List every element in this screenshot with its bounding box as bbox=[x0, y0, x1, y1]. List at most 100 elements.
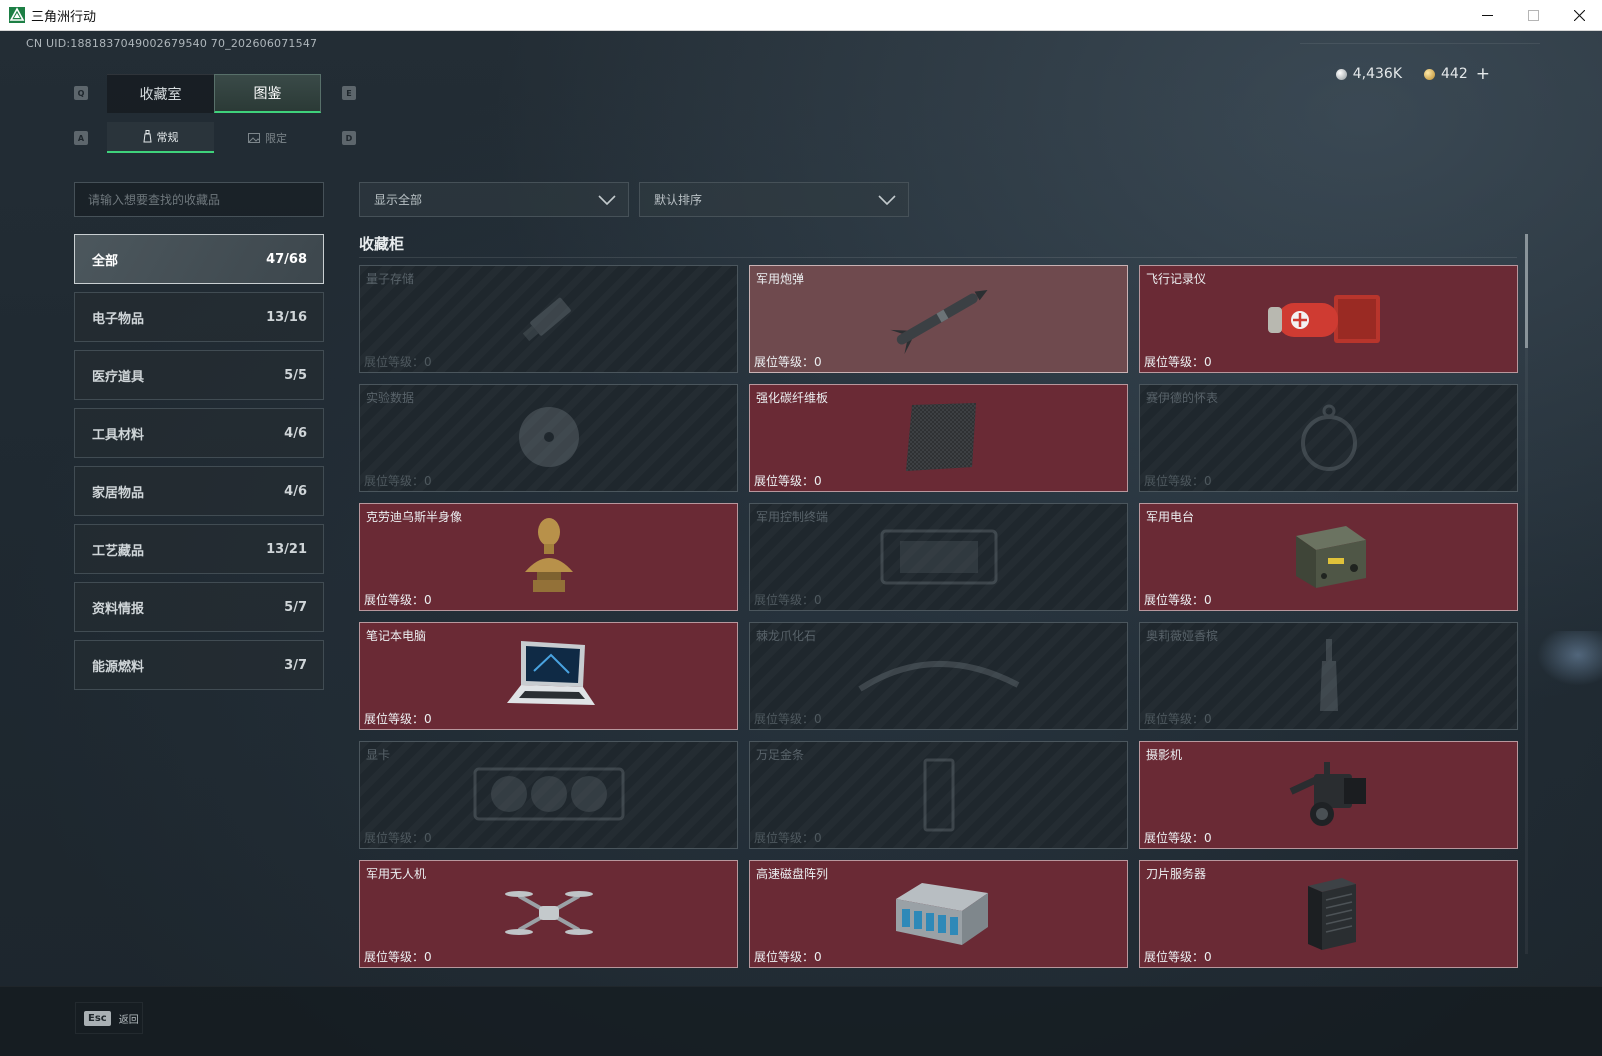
bottle-icon bbox=[142, 130, 152, 143]
level-value: 0 bbox=[814, 950, 822, 964]
category-household[interactable]: 家居物品 4/6 bbox=[74, 466, 324, 516]
collectible-search-input[interactable] bbox=[74, 182, 324, 217]
item-name: 实验数据 bbox=[366, 391, 415, 405]
pocket-watch-icon bbox=[1300, 404, 1357, 471]
item-card[interactable]: 刀片服务器 展位等级：0 bbox=[1139, 860, 1518, 968]
category-electronics[interactable]: 电子物品 13/16 bbox=[74, 292, 324, 342]
background-glow bbox=[1530, 631, 1602, 691]
item-card[interactable]: 高速磁盘阵列 展位等级：0 bbox=[749, 860, 1128, 968]
level-label: 展位等级： bbox=[1144, 355, 1205, 369]
category-energy[interactable]: 能源燃料 3/7 bbox=[74, 640, 324, 690]
item-card[interactable]: 实验数据 展位等级：0 bbox=[359, 384, 738, 492]
item-name: 刀片服务器 bbox=[1146, 867, 1207, 881]
tab-catalog[interactable]: 图鉴 bbox=[214, 74, 321, 113]
level-value: 0 bbox=[1204, 712, 1212, 726]
category-name: 医疗道具 bbox=[92, 369, 145, 385]
item-card[interactable]: 飞行记录仪 展位等级：0 bbox=[1139, 265, 1518, 373]
category-list: 全部 47/68 电子物品 13/16 医疗道具 5/5 工具材料 4/6 家居… bbox=[74, 234, 324, 698]
item-name: 显卡 bbox=[366, 748, 391, 762]
item-card[interactable]: 笔记本电脑 展位等级：0 bbox=[359, 622, 738, 730]
add-currency-button[interactable]: + bbox=[1476, 64, 1490, 84]
item-name: 军用电台 bbox=[1146, 510, 1195, 524]
item-card[interactable]: 军用无人机 展位等级：0 bbox=[359, 860, 738, 968]
level-label: 展位等级： bbox=[364, 950, 425, 964]
item-card[interactable]: 万足金条 展位等级：0 bbox=[749, 741, 1128, 849]
category-intel[interactable]: 资料情报 5/7 bbox=[74, 582, 324, 632]
item-card[interactable]: 奥莉薇娅香槟 展位等级：0 bbox=[1139, 622, 1518, 730]
blade-server-icon bbox=[1307, 878, 1356, 950]
minimize-icon bbox=[1481, 15, 1493, 16]
item-name: 克劳迪乌斯半身像 bbox=[366, 510, 463, 524]
subtab-regular[interactable]: 常规 bbox=[107, 122, 214, 153]
item-name: 摄影机 bbox=[1146, 748, 1183, 762]
level-value: 0 bbox=[424, 355, 432, 369]
champagne-icon bbox=[1319, 639, 1338, 711]
item-level: 展位等级：0 bbox=[754, 353, 822, 370]
category-name: 家居物品 bbox=[92, 485, 145, 501]
item-card[interactable]: 军用炮弹 展位等级：0 bbox=[749, 265, 1128, 373]
category-medical[interactable]: 医疗道具 5/5 bbox=[74, 350, 324, 400]
scrollbar-thumb[interactable] bbox=[1525, 234, 1528, 348]
category-name: 工艺藏品 bbox=[92, 543, 145, 559]
disk-array-icon bbox=[895, 883, 988, 945]
sort-value: 默认排序 bbox=[654, 193, 703, 207]
level-value: 0 bbox=[814, 593, 822, 607]
player-uid: CN UID:1881837049002679540 70_2026060715… bbox=[26, 37, 318, 50]
key-d-icon: D bbox=[342, 131, 356, 145]
chevron-down-icon bbox=[878, 194, 896, 205]
category-tools[interactable]: 工具材料 4/6 bbox=[74, 408, 324, 458]
category-count: 3/7 bbox=[284, 657, 307, 673]
item-card[interactable]: 量子存储 展位等级：0 bbox=[359, 265, 738, 373]
category-name: 电子物品 bbox=[92, 311, 145, 327]
top-divider bbox=[1300, 43, 1540, 44]
key-q-icon: Q bbox=[74, 86, 88, 100]
sort-dropdown[interactable]: 默认排序 bbox=[639, 182, 909, 217]
item-card[interactable]: 摄影机 展位等级：0 bbox=[1139, 741, 1518, 849]
subtab-limited[interactable]: 限定 bbox=[214, 122, 321, 153]
minimize-button[interactable] bbox=[1464, 0, 1510, 31]
key-a-icon: A bbox=[74, 131, 88, 145]
level-value: 0 bbox=[424, 593, 432, 607]
item-card[interactable]: 强化碳纤维板 展位等级：0 bbox=[749, 384, 1128, 492]
level-label: 展位等级： bbox=[1144, 950, 1205, 964]
category-name: 资料情报 bbox=[92, 601, 145, 617]
item-level: 展位等级：0 bbox=[364, 591, 432, 608]
window-titlebar: 三角洲行动 bbox=[0, 0, 1602, 31]
item-name: 棘龙爪化石 bbox=[756, 629, 817, 643]
item-level: 展位等级：0 bbox=[364, 829, 432, 846]
item-name: 飞行记录仪 bbox=[1146, 272, 1207, 286]
level-value: 0 bbox=[1204, 474, 1212, 488]
window-title: 三角洲行动 bbox=[31, 9, 97, 25]
item-card[interactable]: 棘龙爪化石 展位等级：0 bbox=[749, 622, 1128, 730]
item-level: 展位等级：0 bbox=[1144, 948, 1212, 965]
item-card[interactable]: 克劳迪乌斯半身像 展位等级：0 bbox=[359, 503, 738, 611]
item-name: 量子存储 bbox=[366, 272, 415, 286]
level-value: 0 bbox=[424, 950, 432, 964]
currency-bar: 4,436K 442 + bbox=[1335, 64, 1490, 84]
level-value: 0 bbox=[1204, 355, 1212, 369]
item-name: 军用炮弹 bbox=[756, 272, 805, 286]
display-filter-value: 显示全部 bbox=[374, 193, 423, 207]
item-card[interactable]: 军用控制终端 展位等级：0 bbox=[749, 503, 1128, 611]
level-value: 0 bbox=[424, 474, 432, 488]
item-card[interactable]: 军用电台 展位等级：0 bbox=[1139, 503, 1518, 611]
item-card[interactable]: 显卡 展位等级：0 bbox=[359, 741, 738, 849]
category-all[interactable]: 全部 47/68 bbox=[74, 234, 324, 284]
camera-icon bbox=[1289, 762, 1366, 826]
item-level: 展位等级：0 bbox=[364, 472, 432, 489]
item-card[interactable]: 赛伊德的怀表 展位等级：0 bbox=[1139, 384, 1518, 492]
item-name: 高速磁盘阵列 bbox=[756, 867, 829, 881]
display-filter-dropdown[interactable]: 显示全部 bbox=[359, 182, 629, 217]
category-crafts[interactable]: 工艺藏品 13/21 bbox=[74, 524, 324, 574]
level-value: 0 bbox=[1204, 950, 1212, 964]
level-value: 0 bbox=[1204, 831, 1212, 845]
flight-recorder-icon bbox=[1267, 295, 1380, 343]
level-label: 展位等级： bbox=[1144, 474, 1205, 488]
close-button[interactable] bbox=[1556, 0, 1602, 31]
level-label: 展位等级： bbox=[754, 950, 815, 964]
item-name: 赛伊德的怀表 bbox=[1146, 391, 1219, 405]
back-button[interactable]: Esc 返回 bbox=[75, 1002, 143, 1034]
maximize-button[interactable] bbox=[1510, 0, 1556, 31]
tab-collection-room[interactable]: 收藏室 bbox=[107, 74, 214, 113]
category-count: 13/21 bbox=[266, 541, 307, 557]
